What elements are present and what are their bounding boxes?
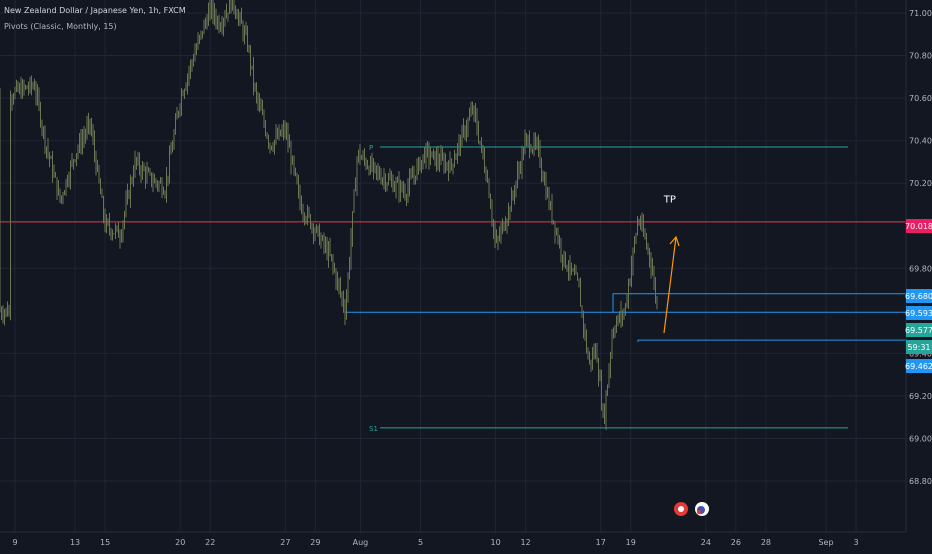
price-tick-label-3: 70.400: [909, 137, 932, 146]
price-label-0: 70.018: [905, 222, 932, 231]
price-tick-label-1: 70.800: [909, 52, 932, 61]
time-tick-label-8: 5: [418, 538, 423, 547]
time-tick-label-16: Sep: [818, 538, 833, 547]
time-tick-label-13: 24: [701, 538, 711, 547]
price-tick-label-8: 69.000: [909, 434, 932, 443]
time-tick-label-2: 15: [100, 538, 110, 547]
price-tick-label-2: 70.600: [909, 94, 932, 103]
price-label-5: 69.462: [905, 362, 932, 371]
time-tick-label-14: 26: [731, 538, 741, 547]
price-tick-label-0: 71.000: [909, 9, 932, 18]
price-label-1: 69.680: [905, 292, 932, 301]
event-marker-flag-inner: [678, 506, 684, 512]
pivot-p-label: P: [369, 144, 373, 152]
time-tick-label-10: 12: [521, 538, 531, 547]
price-label-3: 69.577: [905, 326, 932, 335]
price-tick-label-7: 69.200: [909, 392, 932, 401]
price-tick-label-9: 68.800: [909, 477, 932, 486]
price-label-2: 69.593: [905, 309, 932, 318]
tp-annotation: TP: [663, 194, 676, 205]
time-tick-label-12: 19: [626, 538, 636, 547]
time-tick-label-0: 9: [12, 538, 17, 547]
pivot-s1-label: S1: [369, 425, 378, 433]
time-axis-panel[interactable]: [0, 532, 932, 550]
chart-background: [0, 0, 932, 550]
time-tick-label-6: 29: [310, 538, 320, 547]
time-tick-label-5: 27: [280, 538, 290, 547]
price-tick-label-4: 70.200: [909, 179, 932, 188]
time-tick-label-7: Aug: [353, 538, 369, 547]
chart-root[interactable]: P S1 TP 71.000 70.800 70.600 70.400 70.200 69.…: [0, 0, 932, 550]
time-tick-label-11: 17: [596, 538, 606, 547]
time-tick-label-15: 28: [761, 538, 771, 547]
time-tick-label-4: 22: [205, 538, 215, 547]
time-tick-label-9: 10: [490, 538, 500, 547]
price-tick-label-5: 69.800: [909, 264, 932, 273]
symbol-title[interactable]: New Zealand Dollar / Japanese Yen, 1h, F…: [4, 6, 186, 15]
time-tick-label-1: 13: [70, 538, 80, 547]
indicator-title[interactable]: Pivots (Classic, Monthly, 15): [4, 22, 117, 31]
event-marker-globe-dot: [697, 510, 701, 514]
price-label-4: 59:31: [907, 343, 930, 352]
time-tick-label-17: 3: [853, 538, 858, 547]
chart-svg[interactable]: P S1 TP 71.000 70.800 70.600 70.400 70.200 69.…: [0, 0, 932, 550]
time-tick-label-3: 20: [175, 538, 185, 547]
